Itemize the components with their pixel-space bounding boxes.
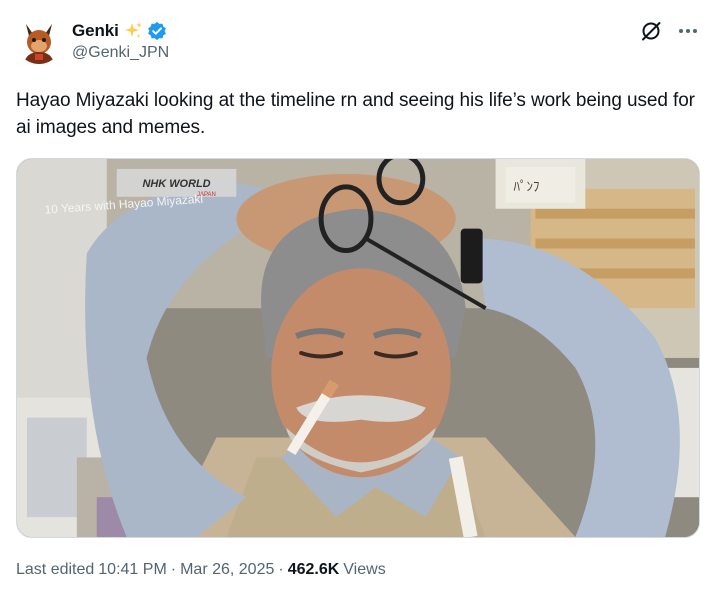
author-display-name[interactable]: Genki (72, 21, 119, 41)
media-photo: NHK WORLD JAPAN 10 Years with Hayao Miya… (17, 159, 699, 537)
views-label: Views (343, 561, 386, 578)
tweet-media-image[interactable]: NHK WORLD JAPAN 10 Years with Hayao Miya… (16, 158, 700, 538)
tweet-time[interactable]: 10:41 PM (98, 561, 166, 579)
author-name-row[interactable]: Genki (72, 20, 167, 42)
tweet-card: Genki @Genki_JPN Hayao Miyazaki looking … (0, 0, 716, 591)
more-options-icon[interactable] (676, 20, 700, 42)
separator: · (170, 561, 177, 578)
note-paper-text: ﾊﾟﾝﾌ (514, 180, 540, 195)
avatar[interactable] (16, 18, 62, 64)
verified-badge-icon[interactable] (147, 21, 167, 41)
tweet-text: Hayao Miyazaki looking at the timeline r… (16, 90, 695, 138)
nhk-logo-text: NHK WORLD (142, 178, 210, 190)
author-handle[interactable]: @Genki_JPN (72, 44, 169, 62)
views-count[interactable]: 462.6K (288, 561, 340, 579)
grok-icon[interactable] (640, 20, 662, 42)
tweet-date[interactable]: Mar 26, 2025 (180, 561, 274, 579)
avatar-image (16, 18, 62, 64)
tweet-footer-meta: Last edited 10:41 PM · Mar 26, 2025 · 46… (16, 561, 386, 579)
sparkles-icon (123, 21, 143, 41)
separator: · (278, 561, 284, 578)
edited-label[interactable]: Last edited (16, 561, 94, 579)
